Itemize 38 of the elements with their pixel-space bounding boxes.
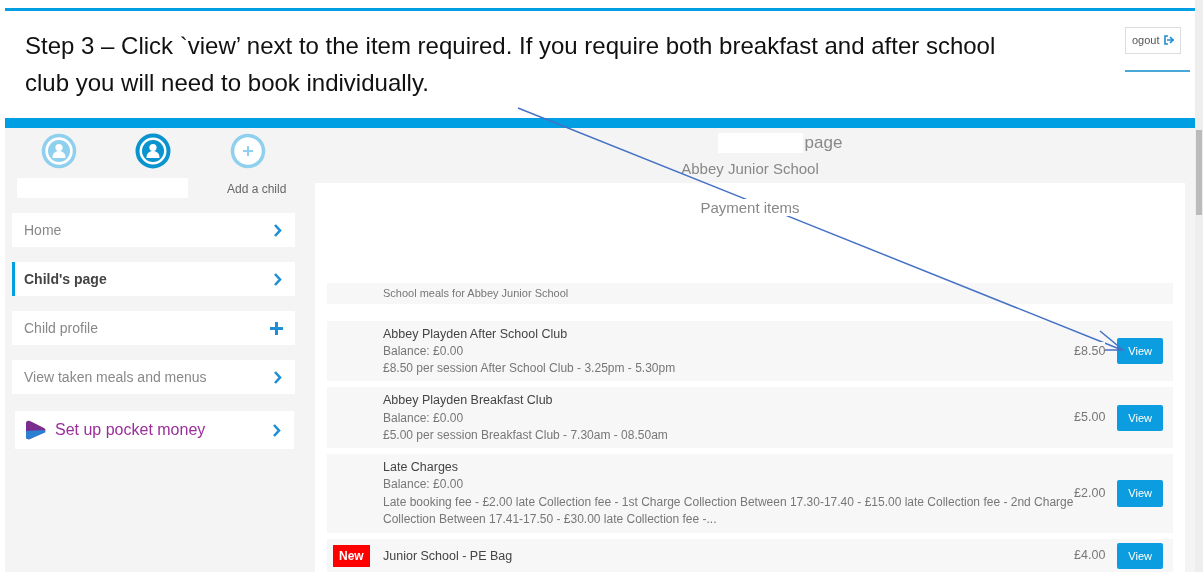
item-balance: Balance: £0.00 bbox=[383, 409, 465, 427]
chevron-icon bbox=[273, 370, 283, 384]
item-description: Late booking fee - £2.00 late Collection fee - 1st Charge Collection Between 17.30-17.40 - £15.00 late Collection fee - 2nd Charge Collection Between 17.41-17.50 - £30.00 late Collection fee -... bbox=[383, 493, 1074, 529]
sidebar-item[interactable]: Home bbox=[12, 213, 295, 247]
logout-button[interactable]: ogout bbox=[1125, 27, 1181, 54]
sidebar-item[interactable]: Child profile bbox=[12, 311, 295, 345]
item-balance: Balance: £0.00 bbox=[383, 342, 465, 360]
item-name: Abbey Playden Breakfast Club bbox=[383, 392, 554, 410]
section-title: Payment items bbox=[700, 199, 800, 216]
add-child-label[interactable]: Add a child bbox=[227, 180, 287, 198]
view-button[interactable]: View bbox=[1117, 404, 1163, 432]
sidebar-item[interactable]: Child's page bbox=[12, 262, 295, 296]
logo-icon bbox=[23, 419, 47, 441]
child-avatar[interactable] bbox=[41, 132, 78, 169]
sidebar-item[interactable]: View taken meals and menus bbox=[12, 360, 295, 394]
logout-icon bbox=[1162, 34, 1174, 47]
item-description: School meals for Abbey Junior School bbox=[383, 286, 569, 301]
add-child-icon[interactable] bbox=[229, 132, 266, 169]
item-name: Late Charges bbox=[383, 459, 460, 477]
item-name: Junior School - PE Bag bbox=[383, 547, 514, 565]
item-name: Abbey Playden After School Club bbox=[383, 325, 569, 343]
instruction-text: Step 3 – Click `view’ next to the item required. If you require both breakfast and after school club you will need to book individually. bbox=[25, 31, 997, 99]
item-description: £5.00 per session Breakfast Club - 7.30am - 08.50am bbox=[383, 426, 669, 444]
child-avatar[interactable] bbox=[135, 132, 172, 169]
chevron-icon bbox=[273, 223, 283, 237]
pocket-money-link[interactable]: Set up pocket money bbox=[15, 411, 294, 449]
page-title: page bbox=[804, 132, 843, 154]
item-description: £8.50 per session After School Club - 3.25pm - 5.30pm bbox=[383, 360, 677, 377]
view-button[interactable]: View bbox=[1117, 542, 1163, 570]
item-balance: Balance: £0.00 bbox=[383, 476, 465, 494]
chevron-icon bbox=[272, 423, 282, 437]
scrollbar[interactable] bbox=[1195, 0, 1203, 572]
school-name: Abbey Junior School bbox=[680, 158, 820, 179]
plus-icon bbox=[270, 321, 283, 335]
new-badge: New bbox=[333, 544, 370, 567]
view-button[interactable]: View bbox=[1117, 480, 1163, 507]
view-button[interactable]: View bbox=[1117, 337, 1163, 365]
chevron-icon bbox=[273, 272, 283, 286]
